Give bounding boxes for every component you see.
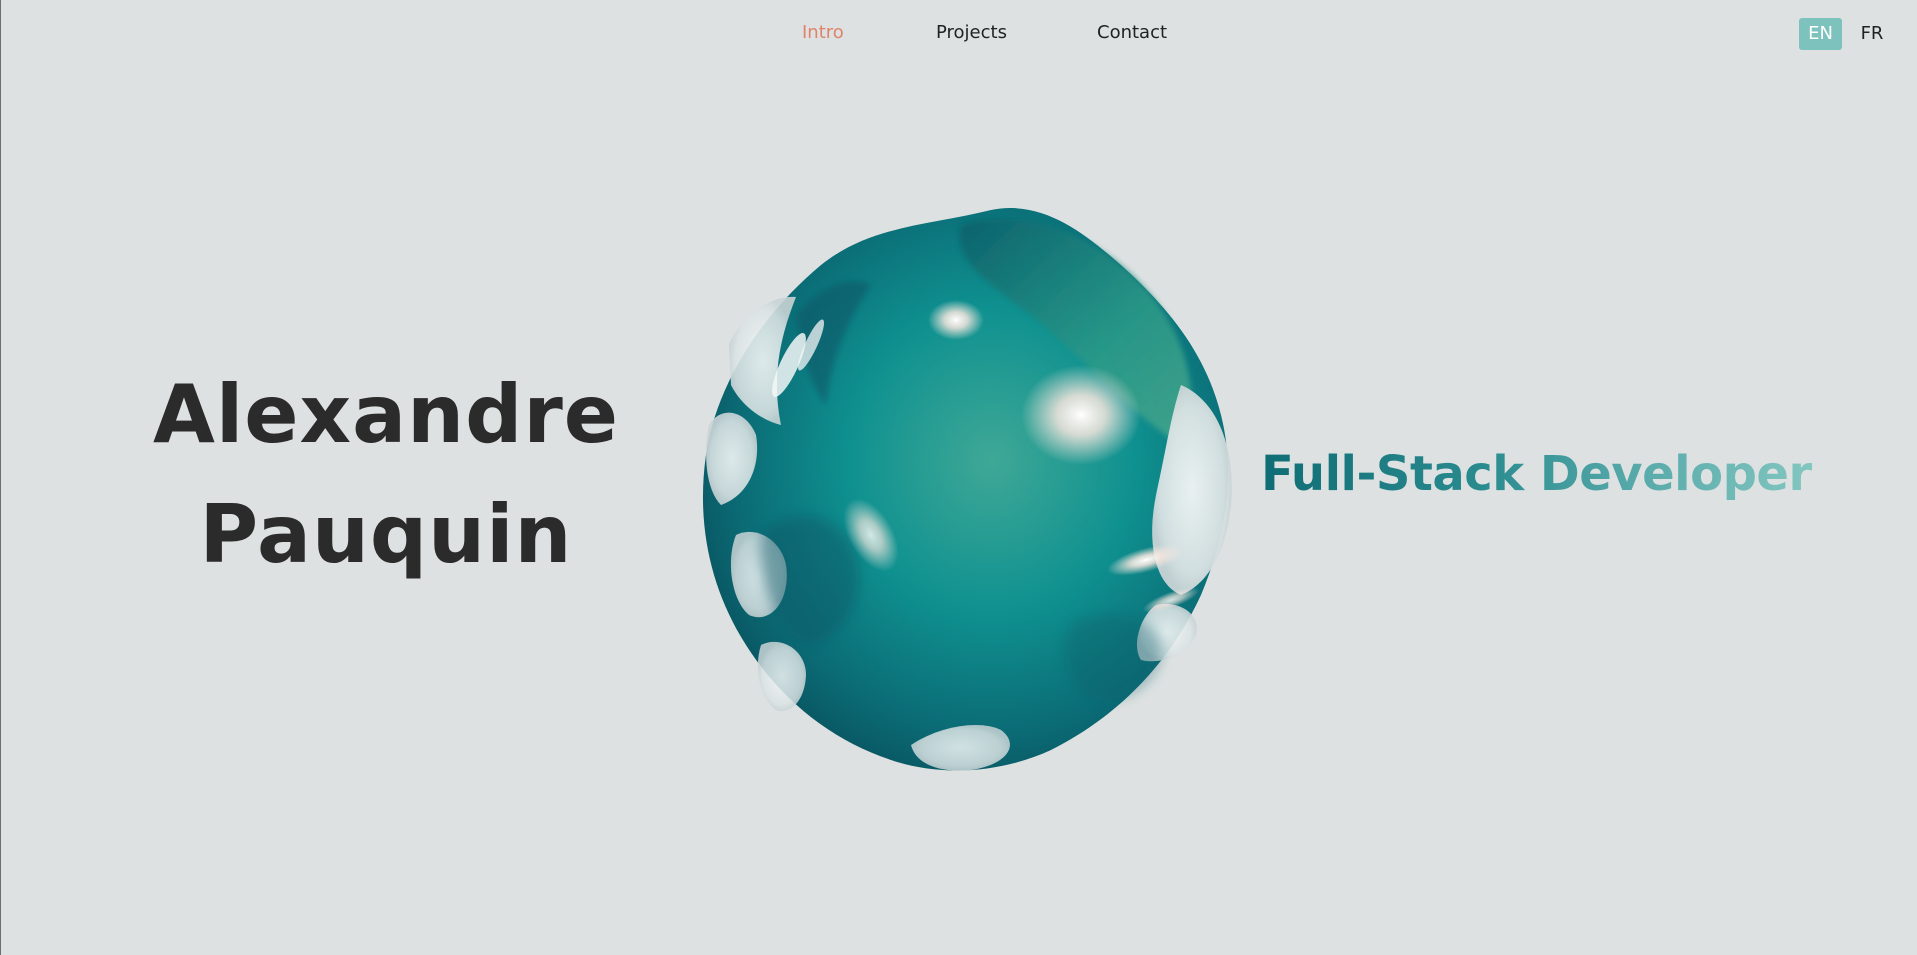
nav-projects-link[interactable]: Projects — [936, 21, 1007, 45]
lang-fr-button[interactable]: FR — [1852, 18, 1892, 50]
name-last: Pauquin — [199, 488, 573, 581]
top-nav: Intro Projects Contact EN FR — [1, 0, 1917, 68]
tagline: Full-Stack Developer — [1261, 446, 1812, 502]
nav-contact-link[interactable]: Contact — [1097, 21, 1167, 45]
lang-en-button[interactable]: EN — [1799, 18, 1842, 50]
hero-blob-image — [702, 208, 1232, 771]
nav-intro-link[interactable]: Intro — [802, 21, 844, 45]
name-first: Alexandre — [152, 368, 620, 461]
